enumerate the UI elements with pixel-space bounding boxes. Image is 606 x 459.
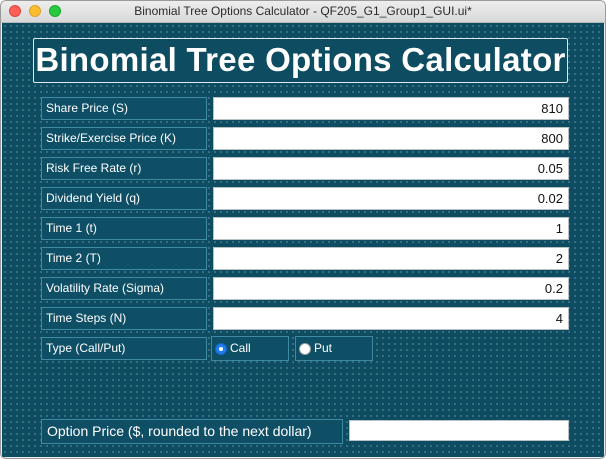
radio-unselected-icon (299, 343, 311, 355)
option-type-label: Type (Call/Put) (41, 337, 207, 360)
strike-price-input[interactable] (213, 127, 569, 150)
option-price-output (349, 420, 569, 441)
volatility-label: Volatility Rate (Sigma) (41, 277, 207, 300)
risk-free-rate-label: Risk Free Rate (r) (41, 157, 207, 180)
dividend-yield-input[interactable] (213, 187, 569, 210)
share-price-input[interactable] (213, 97, 569, 120)
time-2-label: Time 2 (T) (41, 247, 207, 270)
strike-price-label: Strike/Exercise Price (K) (41, 127, 207, 150)
app-window: Binomial Tree Options Calculator - QF205… (0, 0, 606, 459)
time-1-input[interactable] (213, 217, 569, 240)
page-title: Binomial Tree Options Calculator (33, 38, 568, 83)
time-steps-label: Time Steps (N) (41, 307, 207, 330)
put-radio-label: Put (314, 341, 333, 355)
call-radio-label: Call (230, 341, 251, 355)
share-price-label: Share Price (S) (41, 97, 207, 120)
time-1-label: Time 1 (t) (41, 217, 207, 240)
dividend-yield-label: Dividend Yield (q) (41, 187, 207, 210)
radio-selected-icon (215, 343, 227, 355)
option-price-label: Option Price ($, rounded to the next dol… (41, 419, 343, 444)
risk-free-rate-input[interactable] (213, 157, 569, 180)
calculator-panel: Binomial Tree Options Calculator Share P… (2, 23, 604, 457)
window-title: Binomial Tree Options Calculator - QF205… (134, 4, 472, 18)
time-steps-input[interactable] (213, 307, 569, 330)
time-2-input[interactable] (213, 247, 569, 270)
volatility-input[interactable] (213, 277, 569, 300)
put-radio-button[interactable]: Put (295, 336, 373, 361)
title-bar[interactable]: Binomial Tree Options Calculator - QF205… (1, 1, 605, 23)
call-radio-button[interactable]: Call (211, 336, 289, 361)
